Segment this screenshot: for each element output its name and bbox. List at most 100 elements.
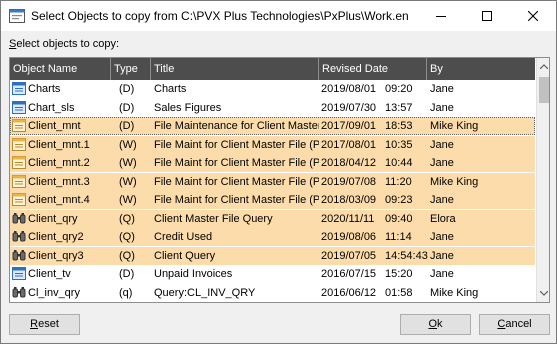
revised-time-cell: 14:54:43 <box>385 249 428 262</box>
by-cell: Mike King <box>430 286 479 299</box>
type-cell: (W) <box>119 194 137 206</box>
revised-time-cell: 10:44 <box>385 157 413 169</box>
reset-button[interactable]: Reset <box>9 314 80 335</box>
object-name-cell: Client_mnt <box>28 120 81 132</box>
close-button[interactable] <box>510 1 556 31</box>
object-name-cell: Client_tv <box>28 268 71 280</box>
minimize-button[interactable] <box>418 1 464 31</box>
revised-time-cell: 09:20 <box>385 83 413 95</box>
column-header-object-name[interactable]: Object Name <box>10 58 111 80</box>
revised-date-cell: 2019/07/08 <box>321 175 377 188</box>
revised-date-cell: 2016/07/15 <box>321 268 377 280</box>
maximize-button[interactable] <box>464 1 510 31</box>
title-cell: File Maint for Client Master File (Pa... <box>154 194 319 206</box>
table-row[interactable]: Client_mnt.3 (W) File Maint for Client Mas… <box>10 172 535 191</box>
object-name-cell: Client_qry3 <box>28 249 84 262</box>
column-header-title[interactable]: Title <box>151 58 319 80</box>
type-cell: (q) <box>119 286 133 299</box>
revised-time-cell: 09:40 <box>385 212 413 225</box>
title-cell: Client Master File Query <box>154 212 273 225</box>
object-name-cell: Client_mnt.2 <box>28 157 90 169</box>
type-cell: (D) <box>119 83 135 95</box>
object-name-cell: Client_qry2 <box>28 231 84 243</box>
title-cell: File Maint for Client Master File (Pa... <box>154 138 319 151</box>
by-cell: Jane <box>430 101 454 114</box>
object-name-cell: Client_mnt.1 <box>28 138 90 151</box>
by-cell: Jane <box>430 194 454 206</box>
vertical-scrollbar[interactable] <box>536 58 549 302</box>
revised-time-cell: 18:53 <box>385 120 413 132</box>
object-name-cell: Client_mnt.3 <box>28 175 90 188</box>
revised-date-cell: 2019/08/01 <box>321 83 377 95</box>
table-row[interactable]: Client_tv (D) Unpaid Invoices 2016/07/15 15:… <box>10 265 535 283</box>
table-row[interactable]: Client_mnt.2 (W) File Maint for Client Mas… <box>10 154 535 172</box>
table-row[interactable]: Client_mnt (D) File Maintenance for Client… <box>10 117 535 135</box>
title-cell: Charts <box>154 83 187 95</box>
type-cell: (Q) <box>119 231 135 243</box>
window-title: Select Objects to copy from C:\PVX Plus … <box>31 9 409 23</box>
revised-date-cell: 2019/07/05 <box>321 249 377 262</box>
object-name-cell: Chart_sls <box>28 101 75 114</box>
by-cell: Jane <box>430 157 454 169</box>
type-cell: (D) <box>119 268 135 280</box>
revised-date-cell: 2018/03/09 <box>321 194 377 206</box>
type-cell: (D) <box>119 120 135 132</box>
type-cell: (Q) <box>119 249 135 262</box>
title-cell: Unpaid Invoices <box>154 268 233 280</box>
title-bar[interactable]: Select Objects to copy from C:\PVX Plus … <box>1 1 556 31</box>
table-row[interactable]: Client_qry (Q) Client Master File Query 202… <box>10 209 535 228</box>
chevron-down-icon <box>540 291 548 296</box>
revised-date-cell: 2019/08/06 <box>321 231 377 243</box>
table-row[interactable]: Client_mnt.1 (W) File Maint for Client Mas… <box>10 135 535 154</box>
by-cell: Mike King <box>430 175 479 188</box>
type-cell: (D) <box>119 101 135 114</box>
table-row[interactable]: Chart_sls (D) Sales Figures 2019/07/30 13:57… <box>10 99 535 117</box>
title-cell: File Maint for Client Master File (Pa... <box>154 175 319 188</box>
table-row[interactable]: Client_mnt.4 (W) File Maint for Client Mas… <box>10 191 535 209</box>
title-cell: File Maint for Client Master File (Pa... <box>154 157 319 169</box>
object-name-cell: Client_qry <box>28 212 78 225</box>
column-header-by[interactable]: By <box>427 58 535 80</box>
revised-time-cell: 15:20 <box>385 268 413 280</box>
revised-date-cell: 2020/11/11 <box>321 212 375 225</box>
by-cell: Jane <box>430 268 454 280</box>
scroll-down-button[interactable] <box>537 285 549 302</box>
table-row[interactable]: Charts (D) Charts 2019/08/01 09:20 Jane <box>10 80 535 98</box>
by-cell: Jane <box>430 138 454 151</box>
minimize-icon <box>436 16 446 17</box>
revised-time-cell: 10:35 <box>385 138 413 151</box>
title-cell: Client Query <box>154 249 216 262</box>
chevron-up-icon <box>540 64 548 69</box>
table-row[interactable]: Client_qry3 (Q) Client Query 2019/07/05 14:5… <box>10 246 535 265</box>
title-cell: Query:CL_INV_QRY <box>154 286 256 299</box>
column-header-type[interactable]: Type <box>111 58 151 80</box>
by-cell: Elora <box>430 212 456 225</box>
type-cell: (W) <box>119 157 137 169</box>
maximize-icon <box>482 11 492 21</box>
object-name-cell: Cl_inv_qry <box>28 286 80 299</box>
by-cell: Jane <box>430 231 454 243</box>
type-cell: (Q) <box>119 212 135 225</box>
title-cell: File Maintenance for Client Master <box>154 120 319 132</box>
table-row[interactable]: Client_qry2 (Q) Credit Used 2019/08/06 11:14… <box>10 228 535 246</box>
column-header-revised-date[interactable]: Revised Date <box>319 58 427 80</box>
ok-button[interactable]: Ok <box>400 314 471 335</box>
by-cell: Jane <box>430 83 454 95</box>
object-name-cell: Charts <box>28 83 61 95</box>
table-row[interactable]: Cl_inv_qry (q) Query:CL_INV_QRY 2016/06/12 0… <box>10 284 535 302</box>
revised-date-cell: 2017/09/01 <box>321 120 377 132</box>
scroll-up-button[interactable] <box>537 58 549 75</box>
type-cell: (W) <box>119 138 137 151</box>
cancel-button[interactable]: Cancel <box>479 314 550 335</box>
revised-time-cell: 09:23 <box>385 194 413 206</box>
objects-list[interactable]: Object Name Type Title Revised Date By C… <box>9 57 550 303</box>
copy-objects-dialog: Select Objects to copy from C:\PVX Plus … <box>0 0 557 344</box>
type-cell: (W) <box>119 175 137 188</box>
title-cell: Credit Used <box>154 231 213 243</box>
close-icon <box>528 11 538 21</box>
revised-date-cell: 2017/08/01 <box>321 138 377 151</box>
scroll-thumb[interactable] <box>539 77 549 103</box>
revised-time-cell: 11:20 <box>385 175 412 188</box>
revised-date-cell: 2018/04/12 <box>321 157 377 169</box>
by-cell: Mike King <box>430 120 479 132</box>
